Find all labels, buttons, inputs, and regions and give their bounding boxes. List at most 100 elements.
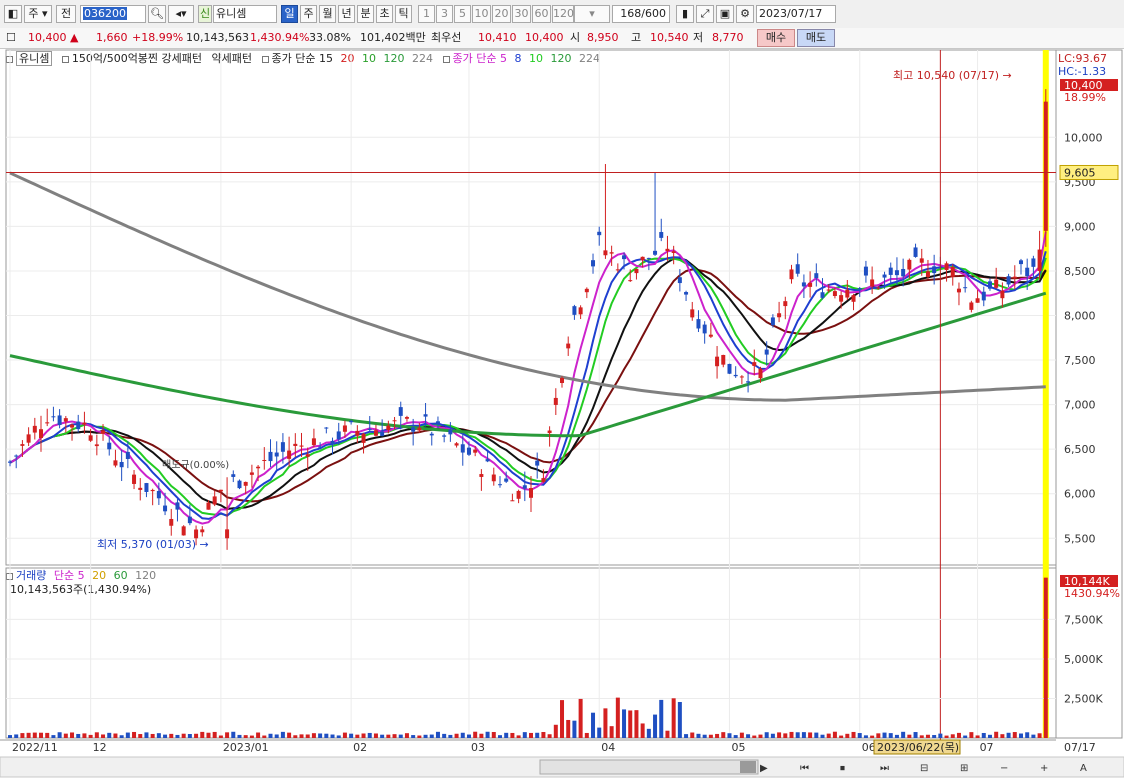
candle-body <box>225 529 230 539</box>
candle-body <box>1025 267 1030 277</box>
save-icon[interactable]: ▣ <box>716 5 734 23</box>
period-select[interactable]: 주 ▾ <box>24 5 52 23</box>
legend-pattern-bear[interactable]: 약세패턴 <box>212 52 252 65</box>
volume-bar <box>231 731 236 738</box>
count-10[interactable]: 10 <box>472 5 491 23</box>
volume-bar <box>956 732 961 738</box>
volume-bar <box>578 698 583 738</box>
candle-body <box>491 474 496 482</box>
price-legend: 유니셈 150억/500억봉찐 강세패턴 약세패턴 종가 단순 15 20 10… <box>6 51 600 66</box>
settings-icon[interactable]: ⚙ <box>736 5 754 23</box>
count-3[interactable]: 3 <box>436 5 453 23</box>
tab-2[interactable]: 월 <box>319 5 336 23</box>
stock-name-field[interactable]: 유니셈 <box>213 5 277 23</box>
candle-body <box>380 431 385 436</box>
volume-bar <box>361 733 366 738</box>
volume-ma-120: 120 <box>135 569 157 582</box>
speaker-icon[interactable]: ◂▾ <box>168 5 194 23</box>
volume-bar <box>938 733 943 738</box>
volume-bar <box>845 733 850 738</box>
candle-body <box>32 425 37 433</box>
legend-ma2-label[interactable]: 종가 단순 5 <box>453 52 507 65</box>
candle-body <box>777 313 782 318</box>
candle-icon[interactable]: ▮ <box>676 5 694 23</box>
hline-price-text: 9,605 <box>1064 166 1096 179</box>
volume-bar <box>336 735 341 738</box>
volume-ma-label[interactable]: 단순 5 <box>54 569 85 582</box>
candle-body <box>411 427 416 432</box>
candle-body <box>746 381 751 383</box>
tab-5[interactable]: 초 <box>376 5 393 23</box>
candle-body <box>1031 258 1036 267</box>
count-1[interactable]: 1 <box>418 5 435 23</box>
candle-body <box>138 487 143 490</box>
bars-count[interactable]: 168/600 <box>612 5 670 23</box>
volume-bar <box>702 734 707 738</box>
candle-body <box>541 478 546 482</box>
volume-label[interactable]: 거래량 <box>16 569 46 582</box>
legend-stock-name[interactable]: 유니셈 <box>16 51 53 66</box>
count-5[interactable]: 5 <box>454 5 471 23</box>
tab-0[interactable]: 일 <box>281 5 298 23</box>
volume-bar <box>758 734 763 738</box>
volume-bar <box>274 734 279 738</box>
date-field[interactable]: 2023/07/17 <box>756 5 836 23</box>
tab-1[interactable]: 주 <box>300 5 317 23</box>
ma-line-ma15 <box>9 257 1047 511</box>
x-tick-label: 05 <box>731 741 745 754</box>
volume-bar <box>466 734 471 738</box>
tab-6[interactable]: 틱 <box>395 5 412 23</box>
volume-bar <box>200 731 205 738</box>
volume-bar <box>423 734 428 738</box>
price-tick-label: 6,000 <box>1064 488 1096 501</box>
candle-body <box>305 454 310 457</box>
candle-body <box>342 425 347 432</box>
prev-button[interactable]: 전 <box>56 5 76 23</box>
indicator-icon[interactable]: ⤢ <box>696 5 714 23</box>
volume-bar <box>901 731 906 738</box>
search-icon[interactable]: 🔍︎ <box>148 5 166 23</box>
bars-select[interactable]: ▾ <box>574 5 610 23</box>
code-input[interactable]: 036200 <box>80 5 146 23</box>
candle-body <box>218 489 223 492</box>
candle-body <box>181 526 186 536</box>
last-pct-text: 18.99% <box>1064 91 1106 104</box>
last-volume-tag <box>1060 575 1118 587</box>
candle-body <box>398 407 403 416</box>
volume-bar <box>163 734 168 738</box>
volume-bar <box>367 732 372 738</box>
x-tick-label: 12 <box>93 741 107 754</box>
candle-body <box>653 250 658 255</box>
volume-bar <box>442 733 447 738</box>
count-120[interactable]: 120 <box>552 5 574 23</box>
candle-body <box>553 397 558 405</box>
tab-3[interactable]: 년 <box>338 5 355 23</box>
candle-body <box>287 450 292 459</box>
candle-body <box>646 257 651 259</box>
ma-line-ma20 <box>9 268 1047 503</box>
chart-menu-icon[interactable]: ◧ <box>4 5 22 23</box>
legend-pattern-bull[interactable]: 150억/500억봉찐 강세패턴 <box>72 52 202 65</box>
candle-body <box>280 442 285 452</box>
candle-body <box>851 295 856 302</box>
tab-4[interactable]: 분 <box>357 5 374 23</box>
candle-body <box>169 518 174 526</box>
volume-bar <box>622 709 627 738</box>
legend-ma-label[interactable]: 종가 단순 15 <box>272 52 333 65</box>
volume-bar <box>653 714 658 738</box>
price-volume-chart: 5,500 6,000 6,500 7,000 7,500 8,000 8,500 9,000… <box>0 49 1124 778</box>
open-price: 8,950 <box>587 31 619 44</box>
candle-body <box>231 474 236 477</box>
candle-body <box>529 488 533 498</box>
candle-body <box>572 306 577 315</box>
volume-bar <box>615 697 620 738</box>
count-60[interactable]: 60 <box>532 5 551 23</box>
legend-ma2-120: 120 <box>550 52 572 65</box>
sell-button[interactable]: 매도 <box>797 29 835 47</box>
volume-bar <box>808 732 813 738</box>
candle-body <box>318 446 323 448</box>
buy-button[interactable]: 매수 <box>757 29 795 47</box>
count-20[interactable]: 20 <box>492 5 511 23</box>
count-30[interactable]: 30 <box>512 5 531 23</box>
candle-body <box>665 248 670 252</box>
